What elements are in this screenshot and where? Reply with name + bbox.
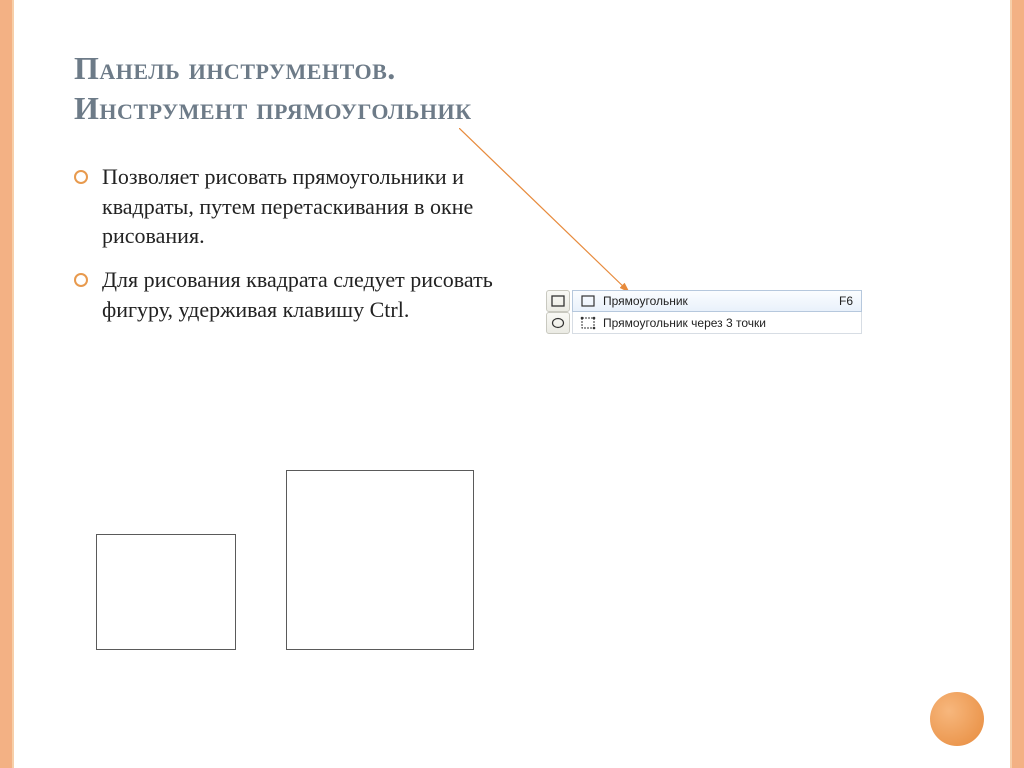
rectangle-tool-button[interactable] [546, 290, 570, 312]
menu-item-rectangle[interactable]: Прямоугольник F6 [572, 290, 862, 312]
rectangle-3pt-icon [579, 314, 597, 332]
toolbar-screenshot: Прямоугольник F6 [546, 290, 862, 334]
tool-row-rectangle[interactable]: Прямоугольник F6 [546, 290, 862, 312]
title-line-2: Инструмент прямоугольник [74, 90, 472, 126]
bullet-item: Для рисования квадрата следует рисовать … [74, 265, 504, 324]
slide-body: Панель инструментов. Инструмент прямоуго… [12, 0, 1012, 768]
example-square [286, 470, 474, 650]
tool-row-rectangle-3pt[interactable]: Прямоугольник через 3 точки [546, 312, 862, 334]
decorative-circle [930, 692, 984, 746]
slide-title: Панель инструментов. Инструмент прямоуго… [74, 48, 982, 128]
slide-frame: Панель инструментов. Инструмент прямоуго… [0, 0, 1024, 768]
rectangle-icon [579, 292, 597, 310]
menu-item-rectangle-3pt[interactable]: Прямоугольник через 3 точки [572, 312, 862, 334]
ellipse-tool-button[interactable] [546, 312, 570, 334]
title-line-1: Панель инструментов. [74, 50, 396, 86]
menu-item-label: Прямоугольник через 3 точки [603, 316, 766, 330]
example-shapes [96, 470, 474, 650]
bullet-item: Позволяет рисовать прямоугольники и квад… [74, 162, 504, 251]
bullet-list: Позволяет рисовать прямоугольники и квад… [74, 162, 504, 338]
rectangle-icon [551, 295, 565, 307]
bullet-text: Для рисования квадрата следует рисовать … [102, 267, 493, 322]
menu-item-label: Прямоугольник [603, 294, 688, 308]
ellipse-icon [551, 317, 565, 329]
menu-item-shortcut: F6 [839, 294, 853, 308]
example-rectangle [96, 534, 236, 650]
bullet-text: Позволяет рисовать прямоугольники и квад… [102, 164, 473, 248]
